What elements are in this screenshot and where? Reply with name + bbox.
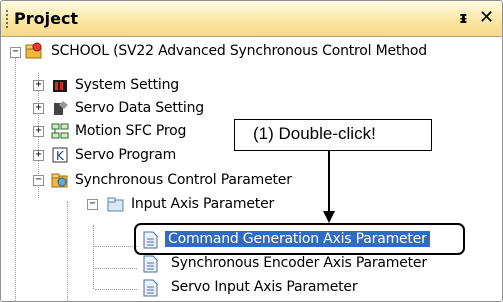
collapse-icon[interactable]: −	[33, 175, 44, 186]
callout-text: (1) Double-click!	[253, 124, 376, 143]
synchronous-control-icon	[51, 173, 68, 188]
collapse-icon[interactable]: −	[87, 199, 98, 210]
svg-text:K: K	[56, 149, 65, 163]
servo-data-icon	[54, 101, 68, 115]
system-setting-icon	[53, 80, 67, 92]
tree-item-input-axis[interactable]: − Input Axis Parameter	[1, 194, 321, 216]
tree-item-label: Synchronous Encoder Axis Parameter	[171, 255, 427, 271]
tree-item-label: System Setting	[75, 77, 179, 93]
project-panel: Project ᵻ ✕ − SCHOOL (SV22 Advanced Sync…	[0, 0, 503, 302]
expand-icon[interactable]: +	[33, 150, 44, 161]
panel-title: Project	[14, 9, 79, 28]
panel-title-bar: Project ᵻ ✕	[1, 1, 502, 37]
tree-item-root[interactable]: − SCHOOL (SV22 Advanced Synchronous Cont…	[1, 41, 502, 63]
expand-icon[interactable]: +	[33, 103, 44, 114]
tree-item-label: Servo Program	[75, 147, 177, 163]
tree-item-label: Servo Data Setting	[75, 100, 204, 116]
tree-item-label: Input Axis Parameter	[131, 196, 275, 212]
tree-item-servo-data[interactable]: + Servo Data Setting	[1, 98, 301, 120]
project-folder-icon	[25, 42, 42, 59]
pin-icon[interactable]: ᵻ	[459, 8, 468, 27]
tree-item-label: Motion SFC Prog	[75, 123, 187, 139]
input-axis-icon	[107, 197, 124, 212]
collapse-icon[interactable]: −	[10, 47, 21, 58]
project-tree: − SCHOOL (SV22 Advanced Synchronous Cont…	[1, 37, 502, 301]
callout-arrow	[323, 149, 335, 223]
tree-item-label: SCHOOL (SV22 Advanced Synchronous Contro…	[51, 43, 427, 59]
callout-box: (1) Double-click!	[234, 119, 432, 151]
close-icon[interactable]: ✕	[479, 7, 494, 28]
expand-icon[interactable]: +	[33, 126, 44, 137]
motion-sfc-icon	[51, 123, 69, 139]
tree-item-servo-input-axis[interactable]: Servo Input Axis Parameter	[1, 277, 421, 299]
highlight-frame	[134, 223, 465, 255]
tree-item-synchronous-encoder-axis[interactable]: Synchronous Encoder Axis Parameter	[1, 253, 471, 275]
tree-item-system-setting[interactable]: + System Setting	[1, 75, 301, 97]
document-icon	[143, 255, 158, 273]
tree-item-label: Synchronous Control Parameter	[75, 172, 292, 188]
tree-item-motion-sfc[interactable]: + Motion SFC Prog	[1, 121, 201, 143]
servo-program-icon: K	[52, 147, 68, 163]
drag-grip-icon[interactable]	[6, 10, 8, 28]
tree-item-synchronous-control[interactable]: − Synchronous Control Parameter	[1, 170, 421, 192]
expand-icon[interactable]: +	[33, 80, 44, 91]
document-icon	[143, 279, 158, 297]
tree-item-label: Servo Input Axis Parameter	[171, 279, 358, 295]
